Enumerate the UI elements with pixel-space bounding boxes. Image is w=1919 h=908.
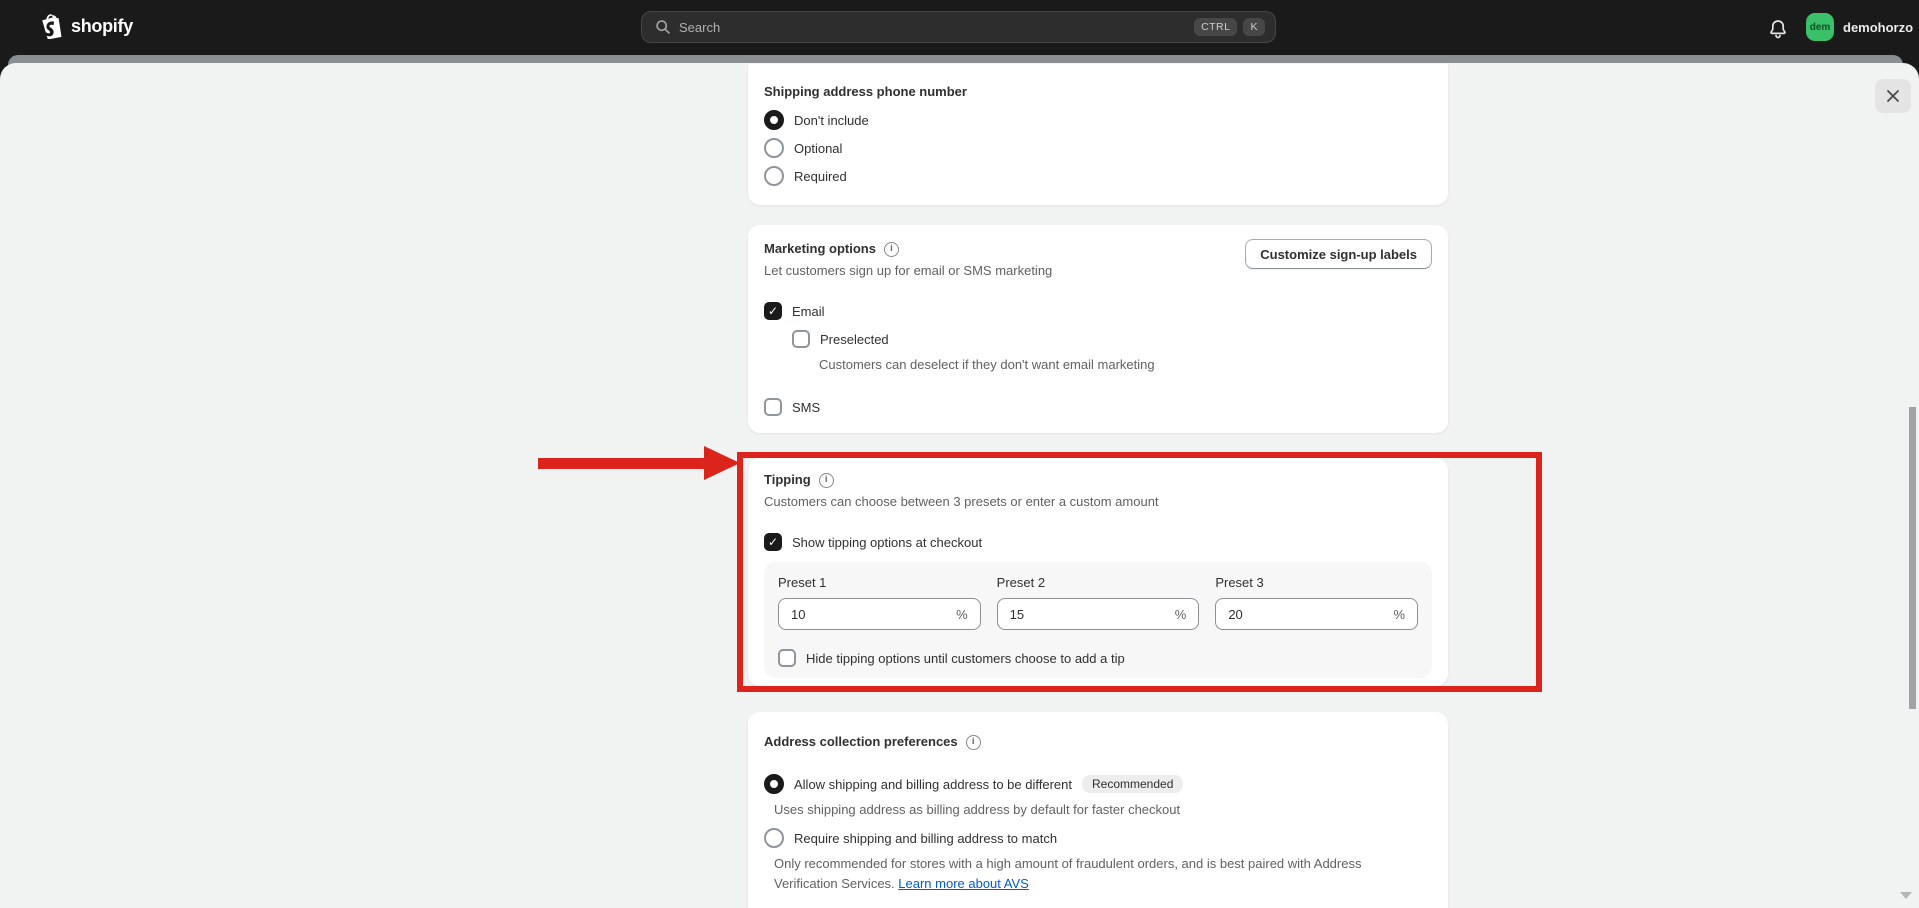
checkbox-checked[interactable]: ✓ (764, 533, 782, 551)
user-menu[interactable]: dem demohorzo (1806, 13, 1913, 41)
checkbox-unchecked[interactable] (792, 330, 810, 348)
preset-1-input[interactable] (791, 607, 956, 622)
preset-1-input-box[interactable]: % (778, 598, 981, 630)
tipping-subtitle: Customers can choose between 3 presets o… (764, 494, 1432, 510)
require-match-helper: Only recommended for stores with a high … (774, 854, 1374, 894)
radio-option-allow-different[interactable]: Allow shipping and billing address to be… (764, 774, 1432, 794)
preset-1-field: Preset 1 % (778, 576, 981, 630)
tipping-card: Tipping i Customers can choose between 3… (748, 458, 1448, 686)
shortcut-k-key: K (1243, 18, 1265, 37)
annotation-arrow (538, 458, 706, 469)
shopify-logo-text: shopify (71, 16, 133, 37)
notifications-bell-icon[interactable] (1766, 17, 1790, 41)
username: demohorzo (1843, 20, 1913, 35)
checkbox-unchecked[interactable] (764, 398, 782, 416)
marketing-options-card: Customize sign-up labels Marketing optio… (748, 225, 1448, 433)
settings-modal: Shipping address phone number Don't incl… (0, 63, 1919, 908)
radio-label: Required (794, 169, 847, 184)
radio-unselected[interactable] (764, 828, 784, 848)
radio-option-dont-include[interactable]: Don't include (764, 110, 1432, 130)
close-button[interactable] (1875, 79, 1911, 113)
tipping-title: Tipping i (764, 472, 1432, 488)
email-checkbox-row[interactable]: ✓ Email (764, 301, 1432, 321)
shipping-phone-title: Shipping address phone number (764, 84, 1432, 100)
info-icon[interactable]: i (966, 735, 981, 750)
search-icon (655, 19, 671, 35)
checkbox-label: Show tipping options at checkout (792, 535, 982, 550)
checkbox-label: Email (792, 304, 825, 319)
preset-2-input-box[interactable]: % (997, 598, 1200, 630)
preset-2-label: Preset 2 (997, 576, 1200, 590)
preset-2-field: Preset 2 % (997, 576, 1200, 630)
checkbox-checked[interactable]: ✓ (764, 302, 782, 320)
show-tipping-checkbox-row[interactable]: ✓ Show tipping options at checkout (764, 532, 1432, 552)
allow-different-helper: Uses shipping address as billing address… (774, 802, 1432, 818)
preset-3-label: Preset 3 (1215, 576, 1418, 590)
search-input[interactable] (679, 20, 1188, 35)
scrollbar-thumb[interactable] (1909, 407, 1916, 709)
checkbox-label: Preselected (820, 332, 889, 347)
preset-1-label: Preset 1 (778, 576, 981, 590)
preset-3-input-box[interactable]: % (1215, 598, 1418, 630)
shopify-admin-page: shopify CTRL K dem demohorzo Shipping ad… (0, 0, 1919, 908)
percent-suffix: % (1175, 607, 1187, 622)
recommended-badge: Recommended (1082, 775, 1183, 793)
avatar: dem (1806, 13, 1834, 41)
annotation-arrow-head (704, 446, 740, 480)
learn-more-avs-link[interactable]: Learn more about AVS (898, 876, 1029, 891)
percent-suffix: % (956, 607, 968, 622)
preselected-helper: Customers can deselect if they don't wan… (819, 357, 1432, 373)
checkbox-unchecked[interactable] (778, 649, 796, 667)
radio-label: Don't include (794, 113, 869, 128)
radio-unselected[interactable] (764, 166, 784, 186)
info-icon[interactable]: i (819, 473, 834, 488)
shopify-logo[interactable]: shopify (40, 13, 133, 39)
info-icon[interactable]: i (884, 242, 899, 257)
address-preferences-card: Address collection preferences i Allow s… (748, 712, 1448, 908)
shipping-phone-card: Shipping address phone number Don't incl… (748, 64, 1448, 205)
preset-2-input[interactable] (1010, 607, 1175, 622)
radio-selected[interactable] (764, 774, 784, 794)
scrollbar-down-arrow-icon[interactable] (1900, 892, 1912, 899)
radio-label: Require shipping and billing address to … (794, 831, 1057, 846)
radio-selected[interactable] (764, 110, 784, 130)
preselected-checkbox-row[interactable]: Preselected (792, 329, 1432, 349)
radio-option-require-match[interactable]: Require shipping and billing address to … (764, 828, 1432, 848)
percent-suffix: % (1393, 607, 1405, 622)
sms-checkbox-row[interactable]: SMS (764, 397, 1432, 417)
radio-label: Optional (794, 141, 842, 156)
hide-tipping-checkbox-row[interactable]: Hide tipping options until customers cho… (778, 648, 1418, 668)
tipping-presets-panel: Preset 1 % Preset 2 % (764, 562, 1432, 678)
shopify-bag-icon (40, 13, 64, 39)
close-icon (1886, 89, 1900, 103)
checkbox-label: SMS (792, 400, 820, 415)
customize-signup-labels-button[interactable]: Customize sign-up labels (1245, 239, 1432, 269)
global-search-bar[interactable]: CTRL K (641, 11, 1276, 43)
preset-3-input[interactable] (1228, 607, 1393, 622)
radio-option-required[interactable]: Required (764, 166, 1432, 186)
checkbox-label: Hide tipping options until customers cho… (806, 651, 1125, 666)
preset-3-field: Preset 3 % (1215, 576, 1418, 630)
shortcut-ctrl-key: CTRL (1194, 18, 1237, 37)
radio-unselected[interactable] (764, 138, 784, 158)
radio-label: Allow shipping and billing address to be… (794, 777, 1072, 792)
topbar: shopify CTRL K dem demohorzo (0, 0, 1919, 55)
radio-option-optional[interactable]: Optional (764, 138, 1432, 158)
address-title: Address collection preferences i (764, 734, 1432, 750)
